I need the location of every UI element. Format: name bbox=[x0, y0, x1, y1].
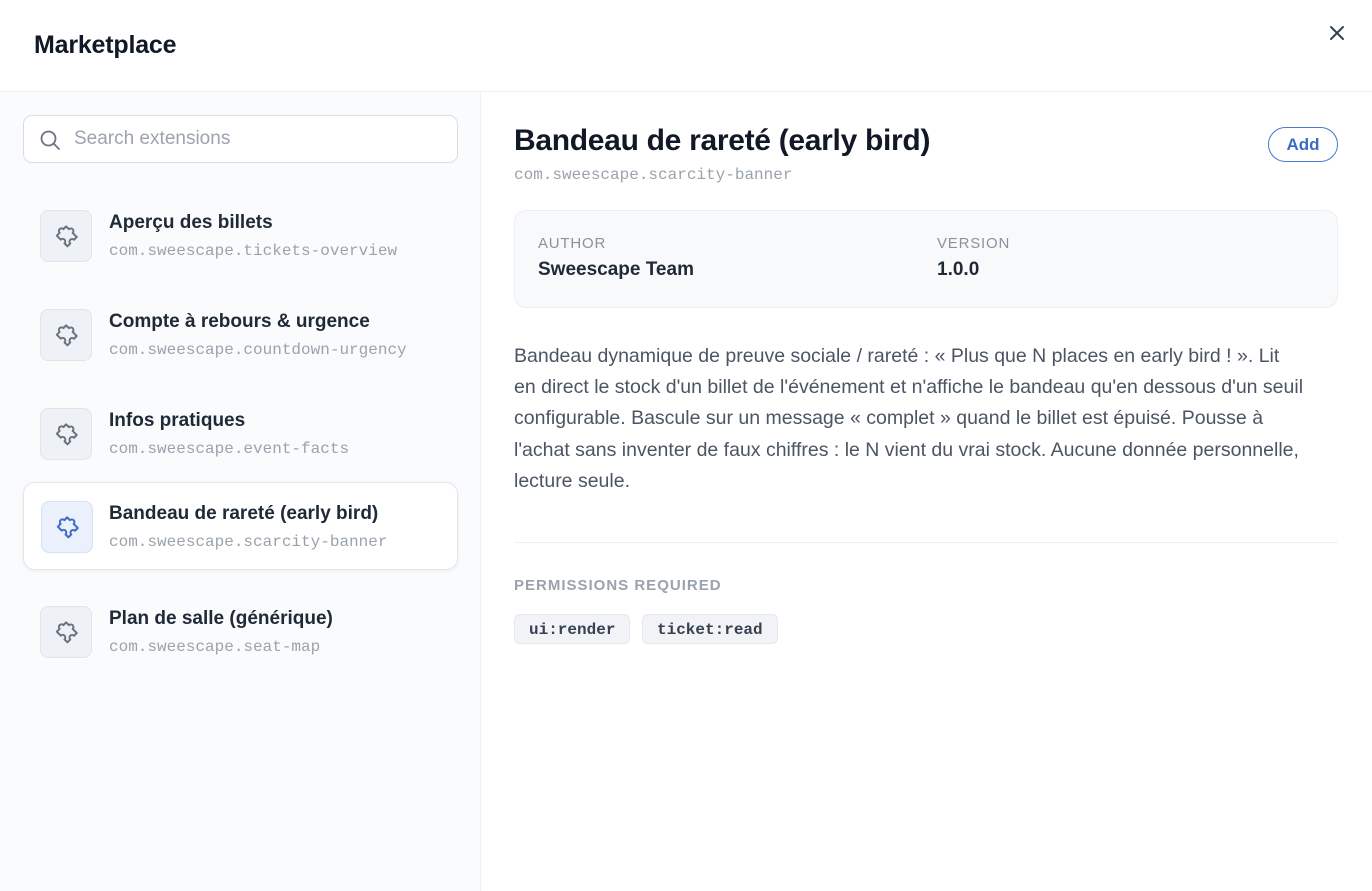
extension-id: com.sweescape.countdown-urgency bbox=[109, 341, 407, 359]
extension-id: com.sweescape.event-facts bbox=[109, 440, 350, 458]
author-value: Sweescape Team bbox=[538, 259, 694, 280]
extension-name: Compte à rebours & urgence bbox=[109, 311, 370, 332]
extension-name: Plan de salle (générique) bbox=[109, 608, 333, 629]
extension-name: Bandeau de rareté (early bird) bbox=[109, 503, 379, 524]
extension-item-selected[interactable]: Bandeau de rareté (early bird) com.swees… bbox=[23, 482, 458, 570]
permission-chip: ticket:read bbox=[642, 614, 778, 644]
puzzle-icon bbox=[41, 501, 93, 553]
search-box[interactable] bbox=[23, 115, 458, 163]
extension-sidebar: Aperçu des billets com.sweescape.tickets… bbox=[0, 92, 481, 891]
search-icon bbox=[40, 130, 60, 150]
dialog-title: Marketplace bbox=[34, 31, 177, 59]
extension-item[interactable]: Aperçu des billets com.sweescape.tickets… bbox=[23, 191, 458, 279]
puzzle-icon bbox=[40, 606, 92, 658]
add-button[interactable]: Add bbox=[1268, 127, 1338, 162]
close-icon[interactable] bbox=[1324, 20, 1350, 46]
permissions-heading: PERMISSIONS REQUIRED bbox=[514, 577, 722, 594]
permission-chip: ui:render bbox=[514, 614, 631, 644]
extension-name: Aperçu des billets bbox=[109, 212, 273, 233]
extension-item[interactable]: Compte à rebours & urgence com.sweescape… bbox=[23, 290, 458, 378]
detail-id: com.sweescape.scarcity-banner bbox=[514, 166, 793, 184]
marketplace-dialog: Marketplace Aperçu des billets com.swees… bbox=[0, 0, 1372, 891]
search-input[interactable] bbox=[74, 126, 444, 152]
extension-name: Infos pratiques bbox=[109, 410, 246, 431]
version-value: 1.0.0 bbox=[937, 259, 980, 280]
author-label: AUTHOR bbox=[538, 235, 607, 252]
extension-detail: Bandeau de rareté (early bird) com.swees… bbox=[481, 92, 1372, 891]
detail-title: Bandeau de rareté (early bird) bbox=[514, 124, 931, 157]
dialog-header: Marketplace bbox=[0, 0, 1372, 92]
meta-card: AUTHOR Sweescape Team VERSION 1.0.0 bbox=[514, 210, 1338, 308]
extension-item[interactable]: Infos pratiques com.sweescape.event-fact… bbox=[23, 389, 458, 477]
extension-id: com.sweescape.tickets-overview bbox=[109, 242, 398, 260]
extension-id: com.sweescape.scarcity-banner bbox=[109, 533, 388, 551]
puzzle-icon bbox=[40, 309, 92, 361]
puzzle-icon bbox=[40, 408, 92, 460]
detail-description: Bandeau dynamique de preuve sociale / ra… bbox=[514, 345, 1304, 492]
divider bbox=[514, 542, 1338, 543]
puzzle-icon bbox=[40, 210, 92, 262]
version-label: VERSION bbox=[937, 235, 1011, 252]
extension-item[interactable]: Plan de salle (générique) com.sweescape.… bbox=[23, 587, 458, 675]
extension-id: com.sweescape.seat-map bbox=[109, 638, 321, 656]
